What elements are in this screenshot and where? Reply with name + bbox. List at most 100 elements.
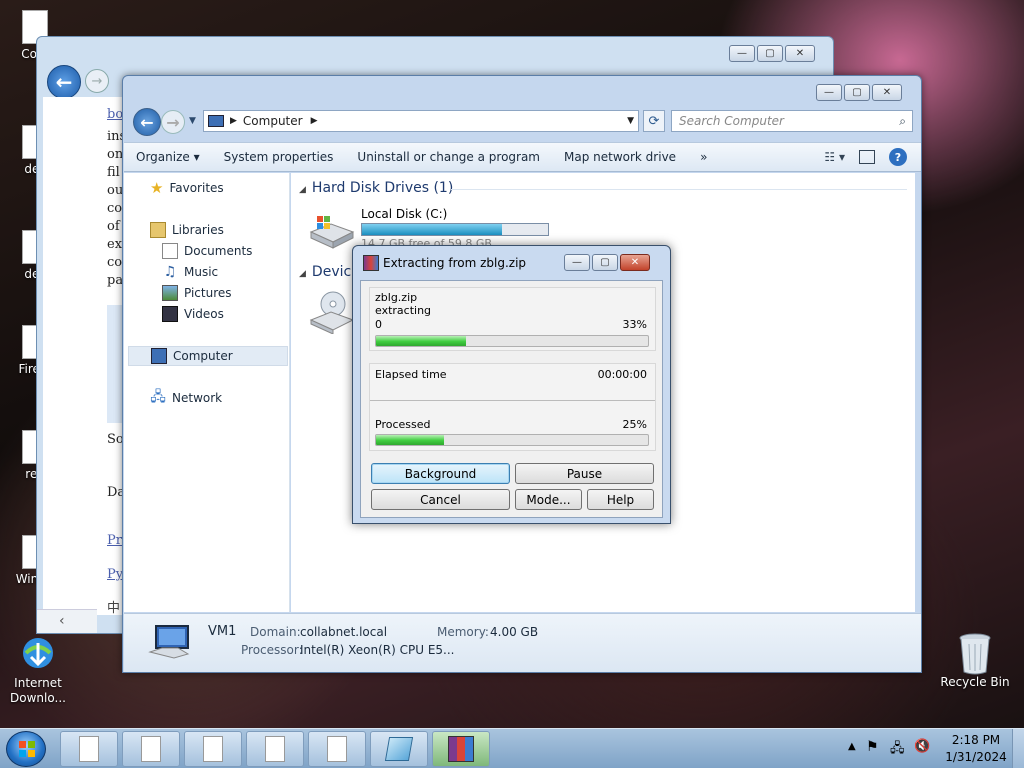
nav-videos-label: Videos bbox=[184, 307, 224, 321]
bg-forward-icon[interactable]: → bbox=[85, 69, 109, 93]
processed-percent: 25% bbox=[622, 418, 647, 431]
collapse-arrow-icon-2[interactable]: ◢ bbox=[299, 269, 306, 279]
dialog-close-button[interactable]: ✕ bbox=[620, 254, 650, 271]
bg-text-snippet: fil bbox=[107, 165, 120, 180]
bg-text-snippet[interactable]: bo bbox=[107, 107, 123, 122]
dialog-minimize-button[interactable]: — bbox=[564, 254, 590, 271]
clock-time[interactable]: 2:18 PM bbox=[948, 733, 1004, 747]
network-tray-icon[interactable]: 🖧 bbox=[890, 739, 905, 761]
current-status: extracting bbox=[375, 304, 432, 317]
nav-network[interactable]: 🖧 Network bbox=[150, 388, 222, 408]
current-progress-fill bbox=[376, 336, 466, 346]
nav-libraries[interactable]: Libraries bbox=[150, 220, 224, 240]
desktop-icon-internet-download[interactable]: Internet Downlo... bbox=[3, 633, 73, 706]
dialog-title: Extracting from zblg.zip bbox=[383, 256, 527, 270]
explorer-maximize-button[interactable]: ▢ bbox=[844, 84, 870, 101]
bg-link-py[interactable]: Py bbox=[107, 567, 123, 582]
document-icon bbox=[203, 736, 223, 762]
taskbar-item-2[interactable] bbox=[122, 731, 180, 767]
dialog-caption-buttons: — ▢ ✕ bbox=[564, 254, 650, 271]
nav-libraries-label: Libraries bbox=[172, 223, 224, 237]
internet-download-icon bbox=[18, 633, 58, 673]
nav-documents-label: Documents bbox=[184, 244, 253, 258]
volume-muted-icon[interactable]: 🔇 bbox=[914, 739, 930, 754]
organize-menu[interactable]: Organize ▾ bbox=[124, 150, 212, 164]
document-icon bbox=[327, 736, 347, 762]
elapsed-label: Elapsed time bbox=[375, 368, 447, 381]
nav-videos[interactable]: Videos bbox=[162, 304, 224, 324]
bg-text-snippet: ou bbox=[107, 183, 124, 198]
breadcrumb-arrow-icon-2[interactable]: ▶ bbox=[311, 116, 318, 126]
breadcrumb-arrow-icon[interactable]: ▶ bbox=[230, 116, 237, 126]
mode-button[interactable]: Mode... bbox=[515, 489, 582, 510]
change-view-icon[interactable]: ☷ ▾ bbox=[824, 150, 845, 164]
breadcrumb-computer[interactable]: Computer bbox=[243, 114, 303, 128]
bg-back-icon[interactable]: ← bbox=[47, 65, 81, 99]
nav-favorites[interactable]: ★ Favorites bbox=[150, 178, 224, 198]
winrar-icon bbox=[363, 255, 379, 271]
bg-blue-box bbox=[107, 305, 123, 423]
taskbar-item-4[interactable] bbox=[246, 731, 304, 767]
group-line bbox=[451, 189, 907, 190]
dvd-drive-icon[interactable] bbox=[307, 290, 355, 335]
forward-button[interactable]: → bbox=[161, 110, 185, 134]
show-hidden-icons[interactable]: ▲ bbox=[848, 741, 856, 752]
search-input[interactable]: Search Computer ⌕ bbox=[671, 110, 913, 132]
address-bar[interactable]: ▶ Computer ▶ ▼ bbox=[203, 110, 639, 132]
group-devices[interactable]: ◢ Device bbox=[299, 264, 360, 280]
pause-button[interactable]: Pause bbox=[515, 463, 654, 484]
local-disk-icon bbox=[307, 210, 355, 250]
clock-date[interactable]: 1/31/2024 bbox=[944, 750, 1008, 764]
group-hard-disk-drives[interactable]: ◢ Hard Disk Drives (1) bbox=[299, 180, 453, 196]
taskbar: ▲ ⚑ 🖧 🔇 2:18 PM 1/31/2024 bbox=[0, 728, 1024, 768]
address-dropdown-icon[interactable]: ▼ bbox=[627, 116, 634, 126]
help-icon[interactable]: ? bbox=[889, 148, 907, 166]
bg-link-pr[interactable]: Pr bbox=[107, 533, 122, 548]
preview-pane-icon[interactable] bbox=[859, 150, 875, 164]
extract-dialog[interactable]: Extracting from zblg.zip — ▢ ✕ zblg.zip … bbox=[352, 245, 671, 524]
bg-close-button[interactable]: ✕ bbox=[785, 45, 815, 62]
taskbar-item-5[interactable] bbox=[308, 731, 366, 767]
processor-label: Processor: bbox=[241, 643, 303, 657]
taskbar-item-1[interactable] bbox=[60, 731, 118, 767]
more-commands-button[interactable]: » bbox=[688, 150, 719, 164]
nav-music[interactable]: ♫ Music bbox=[162, 262, 218, 282]
videos-icon bbox=[162, 306, 178, 322]
current-progress-bar bbox=[375, 335, 649, 347]
search-icon[interactable]: ⌕ bbox=[899, 114, 906, 129]
refresh-icon[interactable]: ⟳ bbox=[643, 110, 665, 132]
nav-documents[interactable]: Documents bbox=[162, 241, 252, 261]
nav-pictures[interactable]: Pictures bbox=[162, 283, 232, 303]
bg-maximize-button[interactable]: ▢ bbox=[757, 45, 783, 62]
action-center-flag-icon[interactable]: ⚑ bbox=[866, 739, 879, 755]
cancel-button[interactable]: Cancel bbox=[371, 489, 510, 510]
start-button[interactable] bbox=[6, 731, 46, 767]
details-pane: VM1 Domain: collabnet.local Memory: 4.00… bbox=[124, 613, 921, 672]
bg-scroll-left[interactable]: ‹ bbox=[37, 609, 97, 633]
command-bar: Organize ▾ System properties Uninstall o… bbox=[124, 142, 921, 172]
background-button[interactable]: Background bbox=[371, 463, 510, 484]
help-button[interactable]: Help bbox=[587, 489, 654, 510]
nav-network-label: Network bbox=[172, 391, 223, 405]
uninstall-button[interactable]: Uninstall or change a program bbox=[345, 150, 552, 164]
pictures-icon bbox=[162, 285, 178, 301]
show-desktop-button[interactable] bbox=[1012, 729, 1024, 768]
system-properties-button[interactable]: System properties bbox=[212, 150, 346, 164]
desktop-icon-recycle-bin[interactable]: Recycle Bin bbox=[940, 632, 1010, 690]
taskbar-item-winrar[interactable] bbox=[432, 731, 490, 767]
explorer-minimize-button[interactable]: — bbox=[816, 84, 842, 101]
recent-pages-icon[interactable]: ▼ bbox=[189, 116, 196, 126]
local-disk-name[interactable]: Local Disk (C:) bbox=[361, 207, 447, 221]
totals-panel: Elapsed time 00:00:00 Processed 25% bbox=[369, 363, 656, 451]
notepad-icon bbox=[384, 737, 414, 761]
nav-computer[interactable]: Computer bbox=[128, 346, 288, 366]
collapse-arrow-icon[interactable]: ◢ bbox=[299, 185, 306, 195]
bg-minimize-button[interactable]: — bbox=[729, 45, 755, 62]
taskbar-item-6[interactable] bbox=[370, 731, 428, 767]
explorer-close-button[interactable]: ✕ bbox=[872, 84, 902, 101]
dialog-maximize-button[interactable]: ▢ bbox=[592, 254, 618, 271]
back-button[interactable]: ← bbox=[133, 108, 161, 136]
nav-music-label: Music bbox=[184, 265, 219, 279]
map-drive-button[interactable]: Map network drive bbox=[552, 150, 688, 164]
taskbar-item-3[interactable] bbox=[184, 731, 242, 767]
